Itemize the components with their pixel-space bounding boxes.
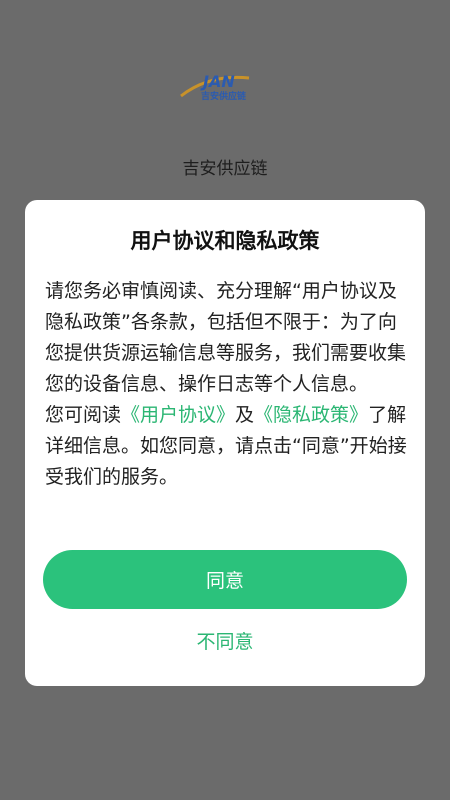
logo-text: 吉安供应链	[201, 90, 247, 102]
privacy-dialog: 用户协议和隐私政策 请您务必审慎阅读、充分理解“用户协议及隐私政策”各条款，包括…	[25, 200, 425, 686]
app-name: 吉安供应链	[182, 159, 268, 179]
privacy-policy-link[interactable]: 《隐私政策》	[254, 404, 368, 426]
agree-button[interactable]: 同意	[43, 550, 407, 609]
app-logo: JAN 吉安供应链	[179, 70, 271, 102]
disagree-button[interactable]: 不同意	[155, 620, 295, 660]
and-text: 及	[235, 404, 255, 426]
dialog-paragraph-1: 请您务必审慎阅读、充分理解“用户协议及隐私政策”各条款，包括但不限于：为了向您提…	[45, 280, 407, 395]
dialog-title: 用户协议和隐私政策	[130, 229, 320, 253]
dialog-body: 请您务必审慎阅读、充分理解“用户协议及隐私政策”各条款，包括但不限于：为了向您提…	[45, 276, 407, 493]
paragraph-2-prefix: 您可阅读	[45, 404, 122, 426]
user-agreement-link[interactable]: 《用户协议》	[121, 404, 235, 426]
jian-logo-icon: JAN 吉安供应链	[180, 72, 250, 102]
dialog-paragraph-2: 您可阅读《用户协议》及《隐私政策》了解详细信息。如您同意，请点击“同意”开始接受…	[45, 400, 407, 493]
logo-letters: JAN	[200, 72, 235, 91]
